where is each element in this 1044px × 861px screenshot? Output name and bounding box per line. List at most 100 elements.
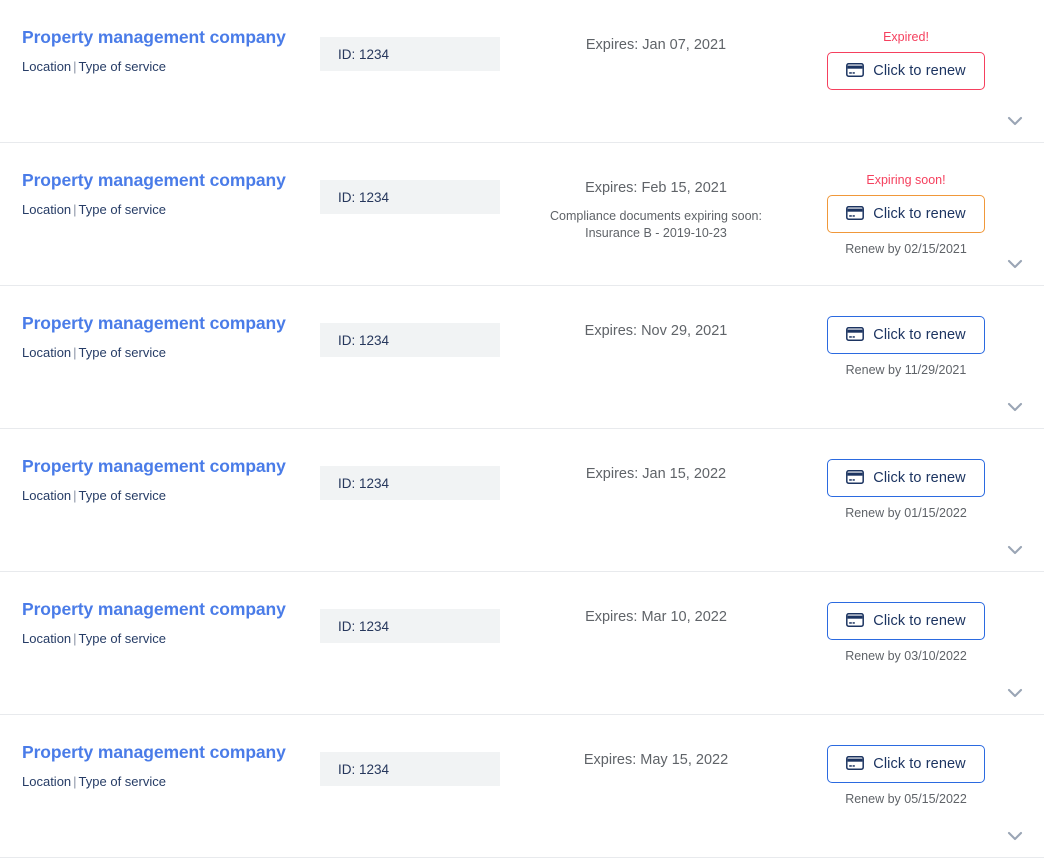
company-location: Location	[22, 774, 71, 789]
account-id-value: ID: 1234	[320, 47, 389, 62]
account-id-value: ID: 1234	[320, 190, 389, 205]
meta-separator: |	[71, 345, 78, 360]
company-meta: Location|Type of service	[22, 59, 312, 75]
credit-card-icon	[846, 327, 864, 344]
meta-separator: |	[71, 488, 78, 503]
renew-button-label: Click to renew	[873, 470, 965, 486]
renew-action-group: Click to renew Renew by 01/15/2022	[800, 459, 1012, 520]
chevron-down-icon[interactable]	[1004, 257, 1026, 271]
renew-by-date: Renew by 05/15/2022	[845, 792, 967, 806]
renew-by-date: Renew by 11/29/2021	[846, 363, 967, 377]
chevron-down-icon[interactable]	[1004, 114, 1026, 128]
company-meta: Location|Type of service	[22, 631, 312, 647]
meta-separator: |	[71, 59, 78, 74]
renewal-list: Property management company Location|Typ…	[0, 0, 1044, 858]
expiry-info: Expires: Jan 07, 2021	[520, 36, 792, 65]
renew-button[interactable]: Click to renew	[827, 459, 985, 497]
expiry-info: Expires: Mar 10, 2022	[520, 608, 792, 637]
account-id-chip: ID: 1234	[320, 37, 500, 71]
company-info: Property management company Location|Typ…	[22, 599, 312, 647]
account-id-chip: ID: 1234	[320, 180, 500, 214]
table-row: Property management company Location|Typ…	[0, 572, 1044, 715]
meta-separator: |	[71, 202, 78, 217]
company-location: Location	[22, 59, 71, 74]
status-badge: Expiring soon!	[866, 173, 945, 188]
renew-action-group: Click to renew Renew by 05/15/2022	[800, 745, 1012, 806]
renew-by-date: Renew by 02/15/2021	[845, 242, 967, 256]
account-id-value: ID: 1234	[320, 333, 389, 348]
account-id-chip: ID: 1234	[320, 323, 500, 357]
company-service-type: Type of service	[79, 774, 166, 789]
renew-by-date: Renew by 01/15/2022	[845, 506, 967, 520]
table-row: Property management company Location|Typ…	[0, 0, 1044, 143]
expiry-date: Expires: Mar 10, 2022	[520, 608, 792, 626]
renew-button-label: Click to renew	[873, 613, 965, 629]
company-info: Property management company Location|Typ…	[22, 27, 312, 75]
renew-button[interactable]: Click to renew	[827, 316, 985, 354]
expiry-info: Expires: Feb 15, 2021 Compliance documen…	[520, 179, 792, 242]
company-name-link[interactable]: Property management company	[22, 742, 286, 762]
company-location: Location	[22, 488, 71, 503]
renew-button[interactable]: Click to renew	[827, 602, 985, 640]
chevron-down-icon[interactable]	[1004, 829, 1026, 843]
expiry-date: Expires: May 15, 2022	[520, 751, 792, 769]
meta-separator: |	[71, 631, 78, 646]
credit-card-icon	[846, 206, 864, 223]
meta-separator: |	[71, 774, 78, 789]
company-service-type: Type of service	[79, 345, 166, 360]
renew-button-label: Click to renew	[873, 63, 965, 79]
renew-action-group: Expired! Click to renew	[800, 30, 1012, 99]
company-meta: Location|Type of service	[22, 202, 312, 218]
company-info: Property management company Location|Typ…	[22, 170, 312, 218]
company-location: Location	[22, 631, 71, 646]
chevron-down-icon[interactable]	[1004, 686, 1026, 700]
renew-button-label: Click to renew	[873, 327, 965, 343]
company-name-link[interactable]: Property management company	[22, 456, 286, 476]
company-service-type: Type of service	[79, 488, 166, 503]
company-location: Location	[22, 345, 71, 360]
company-service-type: Type of service	[79, 631, 166, 646]
renew-button-label: Click to renew	[873, 206, 965, 222]
compliance-note: Compliance documents expiring soon:Insur…	[520, 208, 792, 242]
account-id-chip: ID: 1234	[320, 466, 500, 500]
expiry-date: Expires: Nov 29, 2021	[520, 322, 792, 340]
credit-card-icon	[846, 63, 864, 80]
credit-card-icon	[846, 470, 864, 487]
table-row: Property management company Location|Typ…	[0, 429, 1044, 572]
company-service-type: Type of service	[79, 202, 166, 217]
renew-button-label: Click to renew	[873, 756, 965, 772]
credit-card-icon	[846, 756, 864, 773]
chevron-down-icon[interactable]	[1004, 400, 1026, 414]
chevron-down-icon[interactable]	[1004, 543, 1026, 557]
company-name-link[interactable]: Property management company	[22, 170, 286, 190]
company-meta: Location|Type of service	[22, 488, 312, 504]
credit-card-icon	[846, 613, 864, 630]
company-location: Location	[22, 202, 71, 217]
renew-by-date: Renew by 03/10/2022	[845, 649, 967, 663]
account-id-chip: ID: 1234	[320, 752, 500, 786]
account-id-value: ID: 1234	[320, 619, 389, 634]
company-name-link[interactable]: Property management company	[22, 27, 286, 47]
company-info: Property management company Location|Typ…	[22, 742, 312, 790]
table-row: Property management company Location|Typ…	[0, 715, 1044, 858]
expiry-date: Expires: Jan 07, 2021	[520, 36, 792, 54]
company-meta: Location|Type of service	[22, 345, 312, 361]
renew-button[interactable]: Click to renew	[827, 745, 985, 783]
table-row: Property management company Location|Typ…	[0, 143, 1044, 286]
renew-action-group: Expiring soon! Click to renew Renew by 0…	[800, 173, 1012, 256]
expiry-date: Expires: Jan 15, 2022	[520, 465, 792, 483]
company-info: Property management company Location|Typ…	[22, 456, 312, 504]
company-name-link[interactable]: Property management company	[22, 599, 286, 619]
renew-button[interactable]: Click to renew	[827, 195, 985, 233]
expiry-info: Expires: Jan 15, 2022	[520, 465, 792, 494]
table-row: Property management company Location|Typ…	[0, 286, 1044, 429]
renew-action-group: Click to renew Renew by 11/29/2021	[800, 316, 1012, 377]
account-id-value: ID: 1234	[320, 762, 389, 777]
expiry-date: Expires: Feb 15, 2021	[520, 179, 792, 197]
status-badge: Expired!	[883, 30, 929, 45]
expiry-info: Expires: May 15, 2022	[520, 751, 792, 780]
expiry-info: Expires: Nov 29, 2021	[520, 322, 792, 351]
renew-button[interactable]: Click to renew	[827, 52, 985, 90]
company-name-link[interactable]: Property management company	[22, 313, 286, 333]
account-id-value: ID: 1234	[320, 476, 389, 491]
